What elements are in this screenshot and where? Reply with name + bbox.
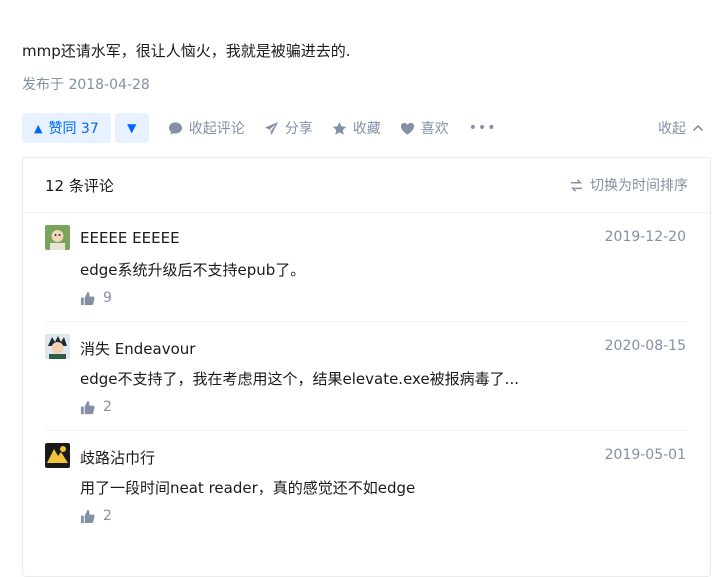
favorite-button[interactable]: 收藏 — [332, 118, 381, 138]
comment-like-button[interactable]: 2 — [80, 508, 112, 524]
comment-author[interactable]: 消失 Endeavour — [80, 338, 195, 359]
comment-item: EEEEE EEEEE 2019-12-20 edge系统升级后不支持epub了… — [45, 213, 686, 322]
comment-author[interactable]: 歧路沾巾行 — [80, 447, 155, 468]
switch-arrows-icon — [570, 178, 583, 192]
share-label: 分享 — [284, 121, 313, 137]
thumbs-up-icon — [80, 291, 95, 305]
avatar[interactable] — [45, 334, 70, 359]
comment-text: edge系统升级后不支持epub了。 — [80, 261, 306, 279]
paper-plane-icon — [264, 121, 278, 135]
comment-author[interactable]: EEEEE EEEEE — [80, 229, 180, 247]
comment-date: 2020-08-15 — [604, 338, 686, 354]
collapse-answer-button[interactable]: 收起 — [658, 118, 704, 138]
heart-icon — [400, 122, 414, 135]
vote-up-button[interactable]: ▲ 赞同 37 — [22, 113, 111, 143]
thumbs-up-icon — [80, 509, 95, 523]
comment-like-button[interactable]: 9 — [80, 290, 112, 306]
comment-text: edge不支持了，我在考虑用这个，结果elevate.exe被报病毒了... — [80, 370, 519, 388]
thumbs-up-icon — [80, 400, 95, 414]
comment-date: 2019-05-01 — [604, 447, 686, 463]
triangle-up-icon: ▲ — [34, 121, 43, 135]
triangle-down-icon: ▼ — [127, 121, 137, 135]
comment-like-button[interactable]: 2 — [80, 399, 112, 415]
comment-text: 用了一段时间neat reader，真的感觉还不如edge — [80, 479, 416, 497]
collapse-comments-label: 收起评论 — [188, 121, 245, 137]
comment-like-count: 2 — [103, 508, 112, 524]
comments-header: 12 条评论 切换为时间排序 — [23, 158, 710, 213]
avatar[interactable] — [45, 443, 70, 468]
share-button[interactable]: 分享 — [264, 118, 313, 138]
star-icon — [332, 121, 346, 135]
comment-bubble-icon — [168, 121, 182, 135]
comments-panel: 12 条评论 切换为时间排序 EEEEE EEEEE 2019-12-20 ed… — [22, 157, 711, 577]
sort-by-time-button[interactable]: 切换为时间排序 — [569, 175, 688, 195]
comment-item: 消失 Endeavour 2020-08-15 edge不支持了，我在考虑用这个… — [45, 322, 686, 431]
sort-by-time-label: 切换为时间排序 — [590, 178, 688, 194]
comment-date: 2019-12-20 — [604, 229, 686, 245]
like-label: 喜欢 — [420, 121, 449, 137]
comment-like-count: 2 — [103, 399, 112, 415]
comments-count: 12 条评论 — [45, 176, 114, 195]
comment-item: 歧路沾巾行 2019-05-01 用了一段时间neat reader，真的感觉还… — [45, 431, 686, 540]
answer-publish-date: 发布于 2018-04-28 — [22, 77, 150, 93]
chevron-up-icon — [692, 124, 704, 132]
more-options-button[interactable]: ••• — [469, 120, 497, 136]
collapse-answer-label: 收起 — [658, 121, 686, 137]
collapse-comments-button[interactable]: 收起评论 — [168, 118, 245, 138]
vote-up-label: 赞同 37 — [48, 121, 99, 137]
like-button[interactable]: 喜欢 — [400, 118, 449, 138]
favorite-label: 收藏 — [352, 121, 381, 137]
vote-down-button[interactable]: ▼ — [114, 113, 149, 143]
answer-action-bar: ▲ 赞同 37 ▼ 收起评论 分享 收藏 喜欢 ••• 收起 — [22, 113, 712, 143]
comment-like-count: 9 — [103, 290, 112, 306]
answer-content: mmp还请水军，很让人恼火，我就是被骗进去的. — [22, 42, 351, 60]
avatar[interactable] — [45, 225, 70, 250]
